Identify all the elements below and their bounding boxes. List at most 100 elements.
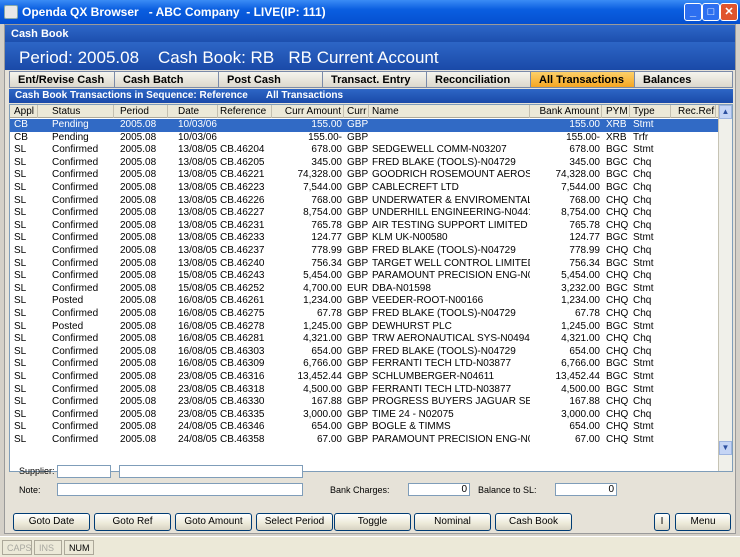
- column-header-type[interactable]: Type: [631, 105, 671, 118]
- bank-charges-field[interactable]: 0: [408, 483, 470, 496]
- column-header-reference[interactable]: Reference: [218, 105, 272, 118]
- cell-type: Stmt: [633, 282, 654, 294]
- table-row[interactable]: SL Confirmed 2005.08 13/08/05 CB.46240 756.34…: [10, 258, 718, 271]
- transactions-grid[interactable]: Appl Status Period Date Reference Curr Amount…: [9, 104, 733, 472]
- table-row[interactable]: SL Confirmed 2005.08 16/08/05 CB.46309 6,766.…: [10, 358, 718, 371]
- column-header-status[interactable]: Status: [50, 105, 114, 118]
- table-row[interactable]: SL Confirmed 2005.08 13/08/05 CB.46205 345.00…: [10, 157, 718, 170]
- column-header-bank-amount[interactable]: Bank Amount: [530, 105, 602, 118]
- table-row[interactable]: SL Confirmed 2005.08 13/08/05 CB.46223 7,544.…: [10, 182, 718, 195]
- column-header-rec-ref[interactable]: Rec.Ref.: [676, 105, 716, 118]
- cell-curr: GBP: [347, 219, 369, 231]
- table-row[interactable]: CB Pending 2005.08 10/03/06 155.00 GBP 155.00 X…: [10, 119, 718, 132]
- cell-bank-amount: 74,328.00: [555, 169, 601, 181]
- note-field[interactable]: [57, 483, 303, 496]
- table-row[interactable]: SL Confirmed 2005.08 23/08/05 CB.46316 13,452…: [10, 371, 718, 384]
- tab-all-transactions[interactable]: All Transactions: [530, 71, 634, 88]
- table-row[interactable]: SL Confirmed 2005.08 13/08/05 CB.46237 778.99…: [10, 245, 718, 258]
- table-row[interactable]: SL Confirmed 2005.08 23/08/05 CB.46330 167.88…: [10, 396, 718, 409]
- vertical-scrollbar[interactable]: ▲ ▼: [718, 105, 732, 471]
- table-row[interactable]: SL Confirmed 2005.08 16/08/05 CB.46303 654.00…: [10, 346, 718, 359]
- table-row[interactable]: SL Confirmed 2005.08 13/08/05 CB.46226 768.00…: [10, 195, 718, 208]
- cell-bank-amount: 6,766.00: [561, 358, 600, 370]
- table-row[interactable]: SL Confirmed 2005.08 16/08/05 CB.46275 67.78 G…: [10, 308, 718, 321]
- table-row[interactable]: SL Confirmed 2005.08 15/08/05 CB.46252 4,700.…: [10, 283, 718, 296]
- menu-button[interactable]: Menu: [675, 513, 731, 531]
- cell-reference: CB.46240: [220, 257, 265, 269]
- table-row[interactable]: SL Confirmed 2005.08 16/08/05 CB.46281 4,321.…: [10, 333, 718, 346]
- cell-status: Confirmed: [52, 383, 99, 395]
- cell-pym: CHQ: [606, 408, 629, 420]
- cell-bank-amount: 654.00: [569, 421, 600, 433]
- tab-cash-batch[interactable]: Cash Batch: [114, 71, 218, 88]
- cell-type: Chq: [633, 345, 652, 357]
- cell-curr: GBP: [347, 207, 369, 219]
- supplier-name-field[interactable]: [119, 465, 303, 478]
- cell-appl: SL: [14, 169, 27, 181]
- cell-type: Chq: [633, 295, 652, 307]
- tab-transact-entry[interactable]: Transact. Entry: [322, 71, 426, 88]
- cash-book-button[interactable]: Cash Book: [495, 513, 572, 531]
- table-row[interactable]: SL Confirmed 2005.08 13/08/05 CB.46231 765.78…: [10, 220, 718, 233]
- column-header-name[interactable]: Name: [370, 105, 530, 118]
- cell-status: Confirmed: [52, 270, 99, 282]
- cell-curr-amount: 67.00: [316, 434, 342, 445]
- goto-amount-button[interactable]: Goto Amount: [175, 513, 252, 531]
- num-indicator: NUM: [64, 540, 94, 555]
- minimize-icon[interactable]: _: [684, 3, 702, 21]
- column-header-period[interactable]: Period: [118, 105, 168, 118]
- table-row[interactable]: SL Confirmed 2005.08 24/08/05 CB.46358 67.00 G…: [10, 434, 718, 447]
- tab-reconciliation[interactable]: Reconciliation: [426, 71, 530, 88]
- supplier-label: Supplier:: [19, 466, 55, 476]
- column-header-curr[interactable]: Curr: [345, 105, 369, 118]
- balance-to-sl-field[interactable]: 0: [555, 483, 617, 496]
- cell-appl: SL: [14, 434, 27, 445]
- tab-ent-revise-cash[interactable]: Ent/Revise Cash: [9, 71, 114, 88]
- nominal-button[interactable]: Nominal: [414, 513, 491, 531]
- cell-curr: GBP: [347, 257, 369, 269]
- cell-bank-amount: 8,754.00: [561, 207, 600, 219]
- column-header-curr-amount[interactable]: Curr Amount: [272, 105, 344, 118]
- table-row[interactable]: SL Confirmed 2005.08 15/08/05 CB.46243 5,454.…: [10, 270, 718, 283]
- entry-form: Supplier: Note: Bank Charges: 0 Balance …: [9, 463, 733, 503]
- goto-ref-button[interactable]: Goto Ref: [94, 513, 171, 531]
- table-row[interactable]: SL Confirmed 2005.08 13/08/05 CB.46227 8,754.…: [10, 207, 718, 220]
- table-row[interactable]: SL Confirmed 2005.08 13/08/05 CB.46233 124.77…: [10, 232, 718, 245]
- tab-post-cash[interactable]: Post Cash: [218, 71, 322, 88]
- cell-pym: BGC: [606, 383, 628, 395]
- cell-period: 2005.08: [120, 421, 157, 433]
- close-icon[interactable]: ✕: [720, 3, 738, 21]
- goto-date-button[interactable]: Goto Date: [13, 513, 90, 531]
- cell-name: TRW AERONAUTICAL SYS-N04948: [372, 333, 530, 345]
- column-header-appl[interactable]: Appl: [12, 105, 38, 118]
- table-row[interactable]: SL Confirmed 2005.08 23/08/05 CB.46335 3,000.…: [10, 409, 718, 422]
- table-row[interactable]: SL Confirmed 2005.08 13/08/05 CB.46204 678.00…: [10, 144, 718, 157]
- table-row[interactable]: SL Confirmed 2005.08 24/08/05 CB.46346 654.00…: [10, 421, 718, 434]
- column-header-date[interactable]: Date: [176, 105, 218, 118]
- cell-status: Confirmed: [52, 408, 99, 420]
- table-row[interactable]: SL Posted 2005.08 16/08/05 CB.46261 1,234.00 G…: [10, 295, 718, 308]
- cell-period: 2005.08: [120, 358, 157, 370]
- table-row[interactable]: CB Pending 2005.08 10/03/06 155.00- GBP 155.00…: [10, 132, 718, 145]
- tab-balances[interactable]: Balances: [634, 71, 733, 88]
- toggle-button[interactable]: Toggle: [334, 513, 411, 531]
- cell-period: 2005.08: [120, 131, 157, 143]
- maximize-icon[interactable]: □: [702, 3, 720, 21]
- cell-bank-amount: 778.99: [569, 245, 600, 256]
- cell-name: PARAMOUNT PRECISION ENG-N00: [372, 270, 530, 282]
- cell-date: 13/08/05: [178, 169, 217, 181]
- cell-date: 13/08/05: [178, 232, 217, 244]
- cell-bank-amount: 5,454.00: [561, 270, 600, 282]
- scroll-up-icon[interactable]: ▲: [719, 105, 732, 119]
- select-period-button[interactable]: Select Period: [256, 513, 333, 531]
- table-row[interactable]: SL Confirmed 2005.08 23/08/05 CB.46318 4,500.…: [10, 384, 718, 397]
- table-row[interactable]: SL Confirmed 2005.08 13/08/05 CB.46221 74,328…: [10, 169, 718, 182]
- cell-appl: SL: [14, 207, 27, 219]
- info-button[interactable]: I: [654, 513, 670, 531]
- cell-bank-amount: 13,452.44: [555, 371, 601, 382]
- table-row[interactable]: SL Posted 2005.08 16/08/05 CB.46278 1,245.00 G…: [10, 321, 718, 334]
- column-header-pym[interactable]: PYM: [604, 105, 630, 118]
- supplier-code-field[interactable]: [57, 465, 111, 478]
- scroll-down-icon[interactable]: ▼: [719, 441, 732, 455]
- cell-type: Stmt: [633, 383, 654, 395]
